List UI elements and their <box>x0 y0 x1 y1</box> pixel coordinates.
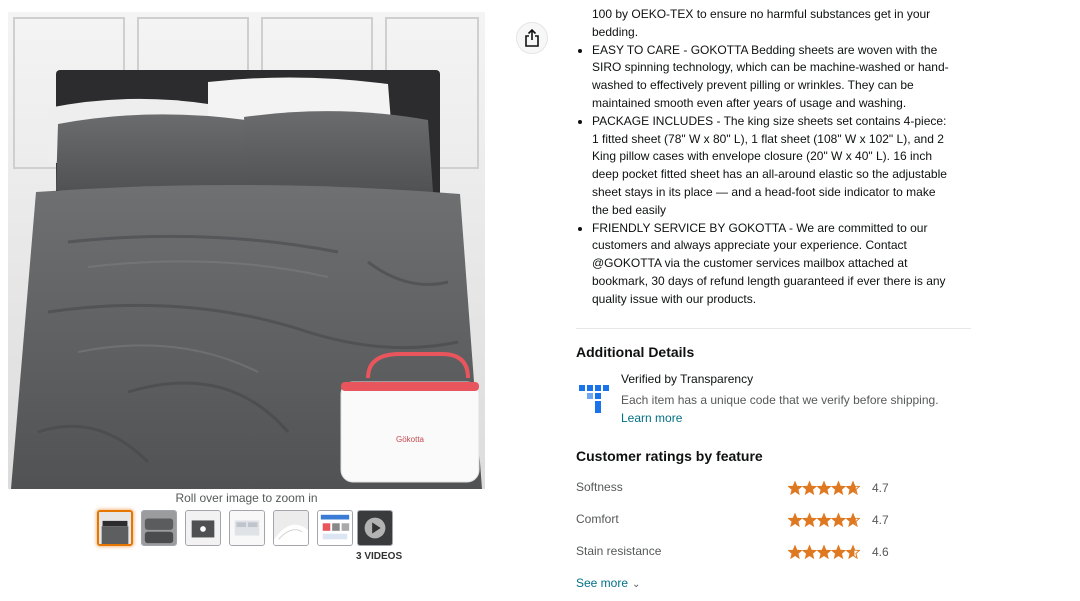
star-icon <box>830 480 847 496</box>
star-icon <box>788 480 803 496</box>
star-icon <box>788 544 803 560</box>
share-icon <box>525 29 539 47</box>
star-icon <box>845 544 860 560</box>
rating-value: 4.6 <box>872 545 889 559</box>
bullet-package-includes: PACKAGE INCLUDES - The king size sheets … <box>592 113 971 220</box>
chevron-down-icon: ⌄ <box>632 579 641 590</box>
bed-photo: Gökotta <box>8 12 485 489</box>
star-icon <box>801 544 818 560</box>
star-icon <box>801 480 818 496</box>
see-more-link[interactable]: See more ⌄ <box>576 576 640 590</box>
section-divider <box>576 328 971 329</box>
transparency-logo-icon <box>579 385 609 413</box>
star-icon <box>816 480 832 496</box>
rating-row-stain-resistance: Stain resistance 4.6 <box>576 544 906 564</box>
ratings-title: Customer ratings by feature <box>576 448 763 464</box>
thumbnail-6[interactable] <box>317 510 353 546</box>
star-icon <box>845 480 860 496</box>
bullet-continuation: 100 by OEKO-TEX to ensure no harmful sub… <box>592 7 931 39</box>
rating-name: Stain resistance <box>576 544 662 558</box>
bag-brand-text: Gökotta <box>396 435 425 444</box>
videos-label: 3 VIDEOS <box>356 551 403 562</box>
share-button[interactable] <box>516 22 548 54</box>
zoom-hint: Roll over image to zoom in <box>175 491 318 505</box>
learn-more-link[interactable]: Learn more <box>621 411 682 425</box>
main-product-image[interactable]: Gökotta <box>8 12 485 489</box>
rating-row-comfort: Comfort 4.7 <box>576 512 906 532</box>
transparency-title: Verified by Transparency <box>621 372 754 386</box>
star-icon <box>816 544 832 560</box>
star-icon <box>801 512 818 528</box>
thumbnail-5[interactable] <box>273 510 309 546</box>
thumbnail-4[interactable] <box>229 510 265 546</box>
star-rating-icon <box>788 544 860 560</box>
rating-value: 4.7 <box>872 481 889 495</box>
rating-name: Comfort <box>576 512 619 526</box>
star-icon <box>830 512 847 528</box>
thumbnail-1[interactable] <box>97 510 133 546</box>
additional-details-title: Additional Details <box>576 344 695 360</box>
feature-bullets: 100 by OEKO-TEX to ensure no harmful sub… <box>576 6 971 309</box>
bullet-easy-to-care: EASY TO CARE - GOKOTTA Bedding sheets ar… <box>592 42 971 113</box>
thumbnail-3[interactable] <box>185 510 221 546</box>
star-icon <box>830 544 847 560</box>
thumbnail-2[interactable] <box>141 510 177 546</box>
star-icon <box>788 512 803 528</box>
transparency-description: Each item has a unique code that we veri… <box>621 393 939 407</box>
rating-value: 4.7 <box>872 513 889 527</box>
rating-row-softness: Softness 4.7 <box>576 480 906 500</box>
star-rating-icon <box>788 480 860 496</box>
rating-name: Softness <box>576 480 623 494</box>
star-icon <box>816 512 832 528</box>
star-icon <box>845 512 860 528</box>
star-rating-icon <box>788 512 860 528</box>
thumbnail-video[interactable] <box>357 510 393 546</box>
bullet-friendly-service: FRIENDLY SERVICE BY GOKOTTA - We are com… <box>592 220 971 309</box>
